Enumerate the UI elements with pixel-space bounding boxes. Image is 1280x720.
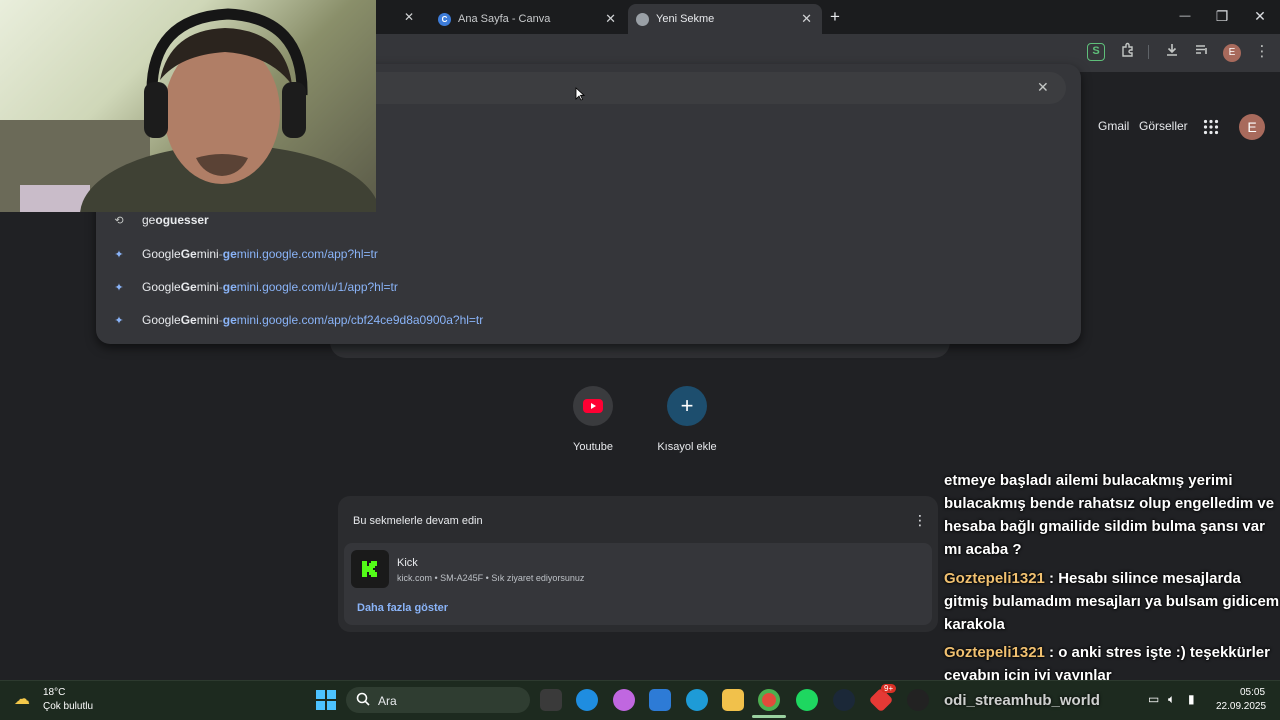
toolbar-divider: [1148, 45, 1149, 59]
active-app-indicator: [752, 715, 786, 718]
tab-title: Ana Sayfa - Canva: [458, 13, 551, 25]
edge-icon[interactable]: [576, 689, 598, 711]
gmail-link[interactable]: Gmail: [1098, 119, 1129, 133]
tab-canva[interactable]: C Ana Sayfa - Canva ✕: [430, 4, 626, 34]
webcam-overlay: [0, 0, 376, 212]
tab-new-tab[interactable]: Yeni Sekme ✕: [628, 4, 822, 34]
shortcut-youtube[interactable]: Youtube: [543, 386, 643, 453]
extension-s-icon[interactable]: S: [1087, 43, 1105, 61]
show-more-link[interactable]: Daha fazla göster: [357, 602, 448, 614]
volume-icon[interactable]: 🔈︎: [1168, 692, 1175, 707]
partial-tab-close-icon[interactable]: ✕: [404, 10, 414, 24]
google-account-avatar[interactable]: E: [1239, 114, 1265, 140]
suggestion-gemini-2[interactable]: ✦ Google Ge mini - ge mini.google.com/u/1/…: [110, 273, 397, 301]
add-shortcut-icon: +: [667, 386, 707, 426]
chat-username: Goztepeli1321: [944, 570, 1045, 587]
suggestion-text: geoguesser: [142, 213, 209, 227]
steam-icon[interactable]: [833, 689, 855, 711]
shortcut-label: Kısayol ekle: [657, 441, 717, 453]
weather-icon[interactable]: ☁: [14, 689, 30, 709]
clear-input-icon[interactable]: ✕: [1037, 79, 1049, 96]
taskbar-search-input[interactable]: [346, 687, 530, 713]
profile-avatar[interactable]: E: [1223, 44, 1241, 62]
mouse-cursor-icon: [575, 87, 586, 106]
chat-message: etmeye başladı ailemi bulacakmış yerimi …: [944, 472, 1275, 558]
gemini-sparkle-icon: ✦: [114, 281, 124, 294]
clock-date[interactable]: 22.09.2025: [1216, 701, 1266, 712]
chrome-menu-icon[interactable]: ⋮: [1252, 42, 1272, 62]
spotify-icon[interactable]: [796, 689, 818, 711]
maximize-button[interactable]: ❐: [1212, 6, 1232, 26]
chat-message: Goztepeli1321 : Hesabı silince mesajlard…: [944, 570, 1280, 633]
weather-temp[interactable]: 18°C: [43, 687, 65, 698]
card-menu-icon[interactable]: ⋮: [913, 512, 927, 529]
continue-title: Bu sekmelerle devam edin: [353, 515, 483, 527]
notification-badge: 9+: [881, 684, 897, 693]
chat-username: Goztepeli1321: [944, 644, 1045, 661]
apps-grid-icon[interactable]: [1203, 119, 1219, 140]
obs-icon[interactable]: [907, 689, 929, 711]
kick-icon: [351, 550, 389, 588]
search-placeholder: Ara: [378, 694, 397, 708]
gemini-sparkle-icon: ✦: [114, 248, 124, 261]
images-link[interactable]: Görseller: [1139, 119, 1188, 133]
suggestion-gemini-3[interactable]: ✦ Google Ge mini - ge mini.google.com/app/…: [110, 306, 483, 334]
youtube-icon: [573, 386, 613, 426]
tab-close-icon[interactable]: ✕: [605, 11, 616, 27]
close-window-button[interactable]: ✕: [1250, 6, 1270, 26]
battery-icon[interactable]: ▮: [1188, 692, 1195, 706]
address-bar-input[interactable]: [350, 72, 1066, 104]
network-icon[interactable]: ▭: [1148, 692, 1159, 706]
suggestion-gemini-1[interactable]: ✦ Google Ge mini - ge mini.google.com/app?…: [110, 240, 377, 268]
copilot-icon[interactable]: [613, 689, 635, 711]
store-icon[interactable]: [649, 689, 671, 711]
media-queue-icon[interactable]: [1192, 42, 1212, 62]
history-icon: ⟲: [114, 214, 124, 227]
shortcut-add[interactable]: + Kısayol ekle: [637, 386, 737, 453]
clock-time[interactable]: 05:05: [1240, 687, 1265, 698]
windows-start-icon[interactable]: [316, 690, 336, 715]
new-tab-button[interactable]: +: [830, 7, 840, 27]
tab-close-icon[interactable]: ✕: [801, 11, 812, 27]
download-icon[interactable]: [1162, 42, 1182, 62]
item-title: Kick: [397, 557, 418, 569]
item-subtitle: kick.com • SM-A245F • Sık ziyaret ediyor…: [397, 573, 585, 583]
chrome-taskbar-icon[interactable]: [758, 689, 780, 711]
search-icon: [356, 692, 370, 711]
shortcut-label: Youtube: [573, 441, 613, 453]
extensions-puzzle-icon[interactable]: [1118, 42, 1138, 62]
task-view-icon[interactable]: [540, 689, 562, 711]
stream-watermark: odi_streamhub_world: [944, 692, 1100, 709]
file-explorer-icon[interactable]: [722, 689, 744, 711]
minimize-button[interactable]: —: [1175, 6, 1195, 26]
canva-icon: C: [438, 12, 451, 26]
weather-desc[interactable]: Çok bulutlu: [43, 701, 93, 712]
tab-title: Yeni Sekme: [656, 13, 715, 25]
chrome-icon: [636, 12, 649, 26]
gemini-sparkle-icon: ✦: [114, 314, 124, 327]
app-icon[interactable]: [686, 689, 708, 711]
